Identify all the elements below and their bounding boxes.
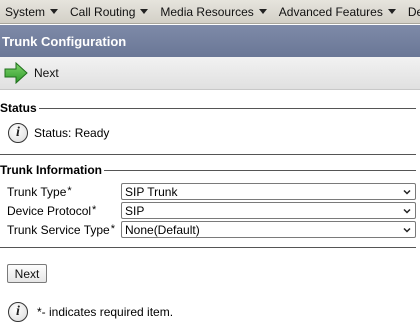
toolbar: Next [0,57,420,90]
trunk-service-type-select[interactable]: None(Default) [121,221,416,238]
menu-media-resources[interactable]: Media Resources [155,0,273,23]
chevron-down-icon [403,189,411,195]
required-marker: * [67,184,72,197]
required-note-text: *- indicates required item. [37,305,174,319]
trunk-type-select[interactable]: SIP Trunk [121,183,416,200]
device-protocol-row: Device Protocol* SIP [0,201,420,220]
required-marker: * [92,203,97,216]
trunk-service-type-label: Trunk Service Type [7,222,110,237]
menu-call-routing-label: Call Routing [70,4,136,19]
menu-advanced-features[interactable]: Advanced Features [274,0,403,23]
chevron-down-icon [258,9,267,14]
main-menu-bar: System Call Routing Media Resources Adva… [0,0,420,24]
menu-media-resources-label: Media Resources [160,4,254,19]
menu-device[interactable]: Device [403,0,420,23]
trunk-service-type-value: None(Default) [125,222,200,237]
info-icon: i [8,302,28,322]
trunk-service-type-row: Trunk Service Type* None(Default) [0,220,420,239]
device-protocol-select[interactable]: SIP [121,202,416,219]
toolbar-next-label: Next [34,66,59,80]
menu-system-label: System [5,4,46,19]
menu-call-routing[interactable]: Call Routing [65,0,155,23]
next-button[interactable]: Next [7,264,47,283]
chevron-down-icon [140,9,149,14]
required-note: i *- indicates required item. [8,302,173,322]
chevron-down-icon [387,9,396,14]
trunk-information-legend: Trunk Information [0,163,102,177]
trunk-information-section: Trunk Information Trunk Type* SIP Trunk … [0,163,420,248]
menu-system[interactable]: System [0,0,65,23]
trunk-type-row: Trunk Type* SIP Trunk [0,182,420,201]
menu-advanced-features-label: Advanced Features [278,4,383,19]
required-marker: * [110,222,115,235]
device-protocol-value: SIP [125,203,145,218]
status-text: Status: Ready [34,126,110,140]
status-section: Status i Status: Ready [0,101,420,155]
toolbar-next-button[interactable]: Next [4,62,59,84]
trunk-type-value: SIP Trunk [125,184,178,199]
green-right-arrow-icon [4,62,28,84]
chevron-down-icon [403,227,411,233]
chevron-down-icon [403,208,411,214]
status-legend: Status [0,101,37,115]
chevron-down-icon [50,9,59,14]
page-title: Trunk Configuration [2,33,127,49]
menu-device-label: Device [407,4,420,19]
info-icon: i [8,123,28,143]
page-title-bar: Trunk Configuration [0,25,420,57]
device-protocol-label: Device Protocol [7,203,92,218]
trunk-type-label: Trunk Type [7,184,67,199]
